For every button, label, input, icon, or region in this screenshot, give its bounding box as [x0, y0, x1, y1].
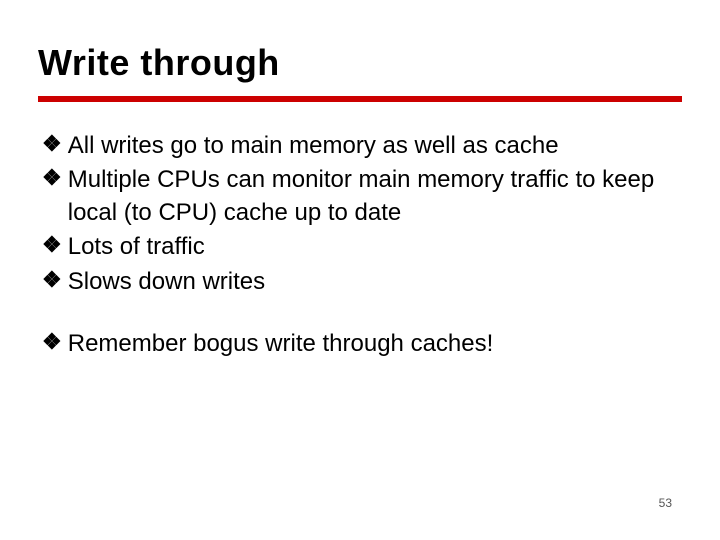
bullet-item: ❖ Multiple CPUs can monitor main memory … [42, 164, 682, 229]
bullet-text: Remember bogus write through caches! [68, 328, 682, 360]
bullet-text: Slows down writes [68, 266, 682, 298]
slide: Write through ❖ All writes go to main me… [0, 0, 720, 540]
slide-content: ❖ All writes go to main memory as well a… [38, 130, 682, 360]
bullet-marker-icon: ❖ [42, 130, 62, 159]
slide-title: Write through [38, 42, 682, 84]
bullet-item: ❖ Remember bogus write through caches! [42, 328, 682, 360]
bullet-item: ❖ All writes go to main memory as well a… [42, 130, 682, 162]
spacer [42, 300, 682, 328]
bullet-item: ❖ Slows down writes [42, 266, 682, 298]
page-number: 53 [659, 496, 672, 510]
bullet-text: All writes go to main memory as well as … [68, 130, 682, 162]
bullet-marker-icon: ❖ [42, 266, 62, 295]
bullet-marker-icon: ❖ [42, 164, 62, 193]
bullet-item: ❖ Lots of traffic [42, 231, 682, 263]
bullet-marker-icon: ❖ [42, 231, 62, 260]
bullet-marker-icon: ❖ [42, 328, 62, 357]
title-divider [38, 96, 682, 102]
bullet-text: Multiple CPUs can monitor main memory tr… [68, 164, 682, 229]
bullet-text: Lots of traffic [68, 231, 682, 263]
